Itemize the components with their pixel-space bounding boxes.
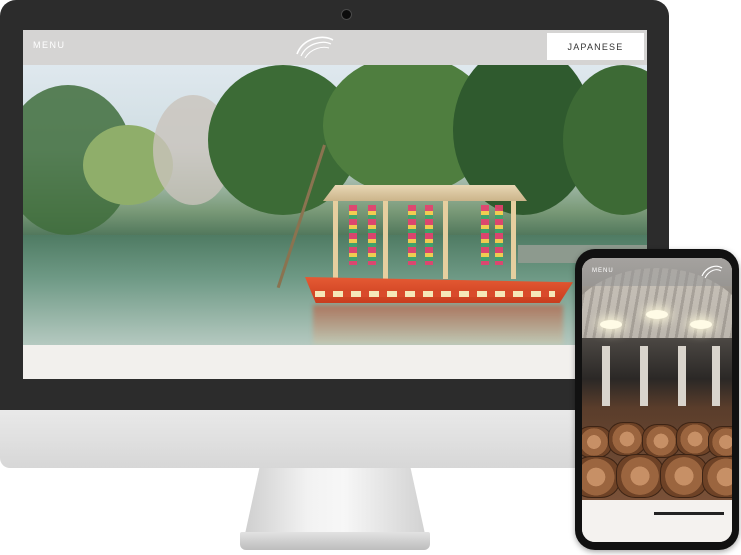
monitor-chin bbox=[0, 410, 669, 468]
barrel-shape bbox=[582, 456, 620, 498]
camera-icon bbox=[341, 9, 352, 20]
boat-roof bbox=[323, 185, 527, 201]
hero-image-river-boat bbox=[23, 65, 647, 345]
hanging-decoration bbox=[495, 205, 503, 265]
mobile-phone: MENU bbox=[575, 249, 739, 550]
barrel-shape bbox=[616, 454, 664, 498]
brand-logo-icon[interactable] bbox=[293, 32, 337, 62]
cellar-pillar bbox=[602, 346, 610, 406]
language-toggle-button[interactable]: JAPANESE bbox=[547, 33, 644, 60]
menu-button[interactable]: MENU bbox=[33, 40, 66, 50]
hanging-decoration bbox=[408, 205, 416, 265]
lamp-light bbox=[646, 310, 668, 319]
hanging-decoration bbox=[368, 205, 376, 265]
lamp-light bbox=[600, 320, 622, 329]
hanging-decoration bbox=[425, 205, 433, 265]
mobile-menu-button[interactable]: MENU bbox=[592, 268, 614, 274]
barrel-shape bbox=[708, 426, 732, 458]
mobile-site-header: MENU bbox=[582, 258, 732, 286]
cellar-pillar bbox=[640, 346, 648, 406]
desktop-screen: MENU JAPANESE bbox=[23, 30, 647, 379]
monitor-base bbox=[240, 532, 430, 550]
boat-post bbox=[443, 201, 448, 279]
barrel-shape bbox=[608, 422, 646, 456]
cellar-pillar bbox=[712, 346, 720, 406]
home-indicator-bar bbox=[654, 512, 724, 515]
hanging-decoration bbox=[349, 205, 357, 265]
boat-post bbox=[511, 201, 516, 279]
barrel-shape bbox=[642, 424, 680, 458]
barrel-shape bbox=[660, 454, 708, 498]
boat-post bbox=[333, 201, 338, 279]
site-header: MENU JAPANESE bbox=[23, 30, 647, 65]
boat-post bbox=[383, 201, 388, 279]
mobile-content-area bbox=[582, 500, 732, 542]
cellar-pillar bbox=[678, 346, 686, 406]
desktop-monitor: MENU JAPANESE bbox=[0, 0, 669, 410]
brand-logo-icon[interactable] bbox=[700, 263, 724, 281]
boat-trim bbox=[315, 291, 555, 297]
barrel-shape bbox=[702, 456, 732, 498]
monitor-stand bbox=[245, 468, 425, 534]
page-content-area bbox=[23, 345, 647, 379]
mobile-screen: MENU bbox=[582, 258, 732, 542]
boat-reflection bbox=[313, 305, 563, 345]
hanging-decoration bbox=[481, 205, 489, 265]
lamp-light bbox=[690, 320, 712, 329]
hero-image-barrel-cellar bbox=[582, 258, 732, 500]
